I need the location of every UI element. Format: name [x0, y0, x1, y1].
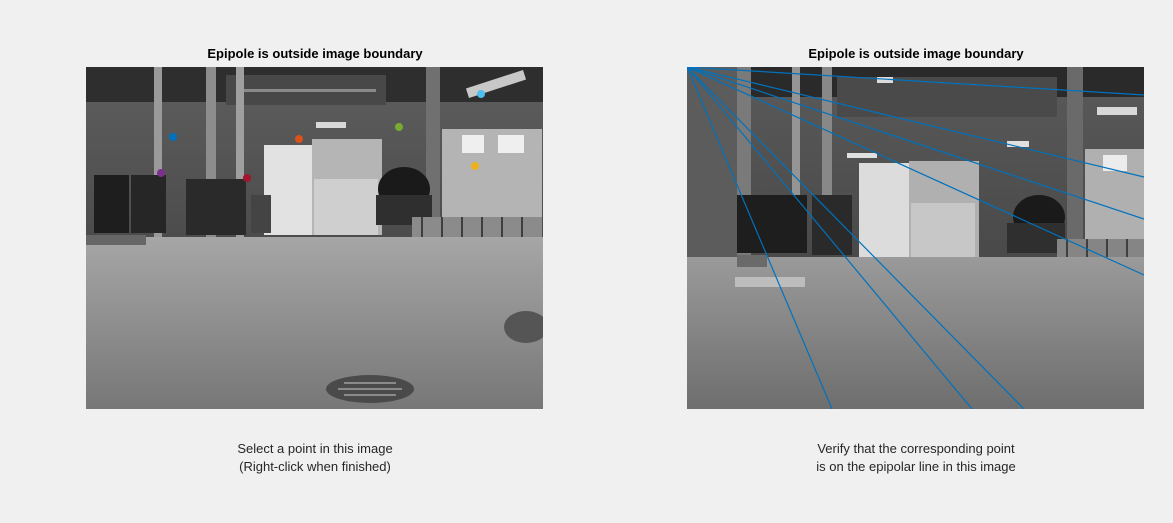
cyan-point: [477, 90, 485, 98]
orange-point: [295, 135, 303, 143]
yellow-point: [471, 162, 479, 170]
purple-point: [157, 169, 165, 177]
left-image[interactable]: [86, 67, 543, 409]
right-image[interactable]: [687, 67, 1144, 409]
right-warehouse-photo: [687, 67, 1144, 409]
left-panel-caption: Select a point in this image (Right-clic…: [85, 440, 545, 476]
left-caption-line2: (Right-click when finished): [239, 459, 391, 474]
red-point: [243, 174, 251, 182]
left-warehouse-photo: [86, 67, 543, 409]
right-caption-line2: is on the epipolar line in this image: [816, 459, 1016, 474]
right-caption-line1: Verify that the corresponding point: [817, 441, 1015, 456]
left-panel-title: Epipole is outside image boundary: [207, 46, 423, 61]
blue-point: [169, 133, 177, 141]
green-point: [395, 123, 403, 131]
right-panel-title: Epipole is outside image boundary: [808, 46, 1024, 61]
left-caption-line1: Select a point in this image: [237, 441, 393, 456]
right-panel-caption: Verify that the corresponding point is o…: [686, 440, 1146, 476]
